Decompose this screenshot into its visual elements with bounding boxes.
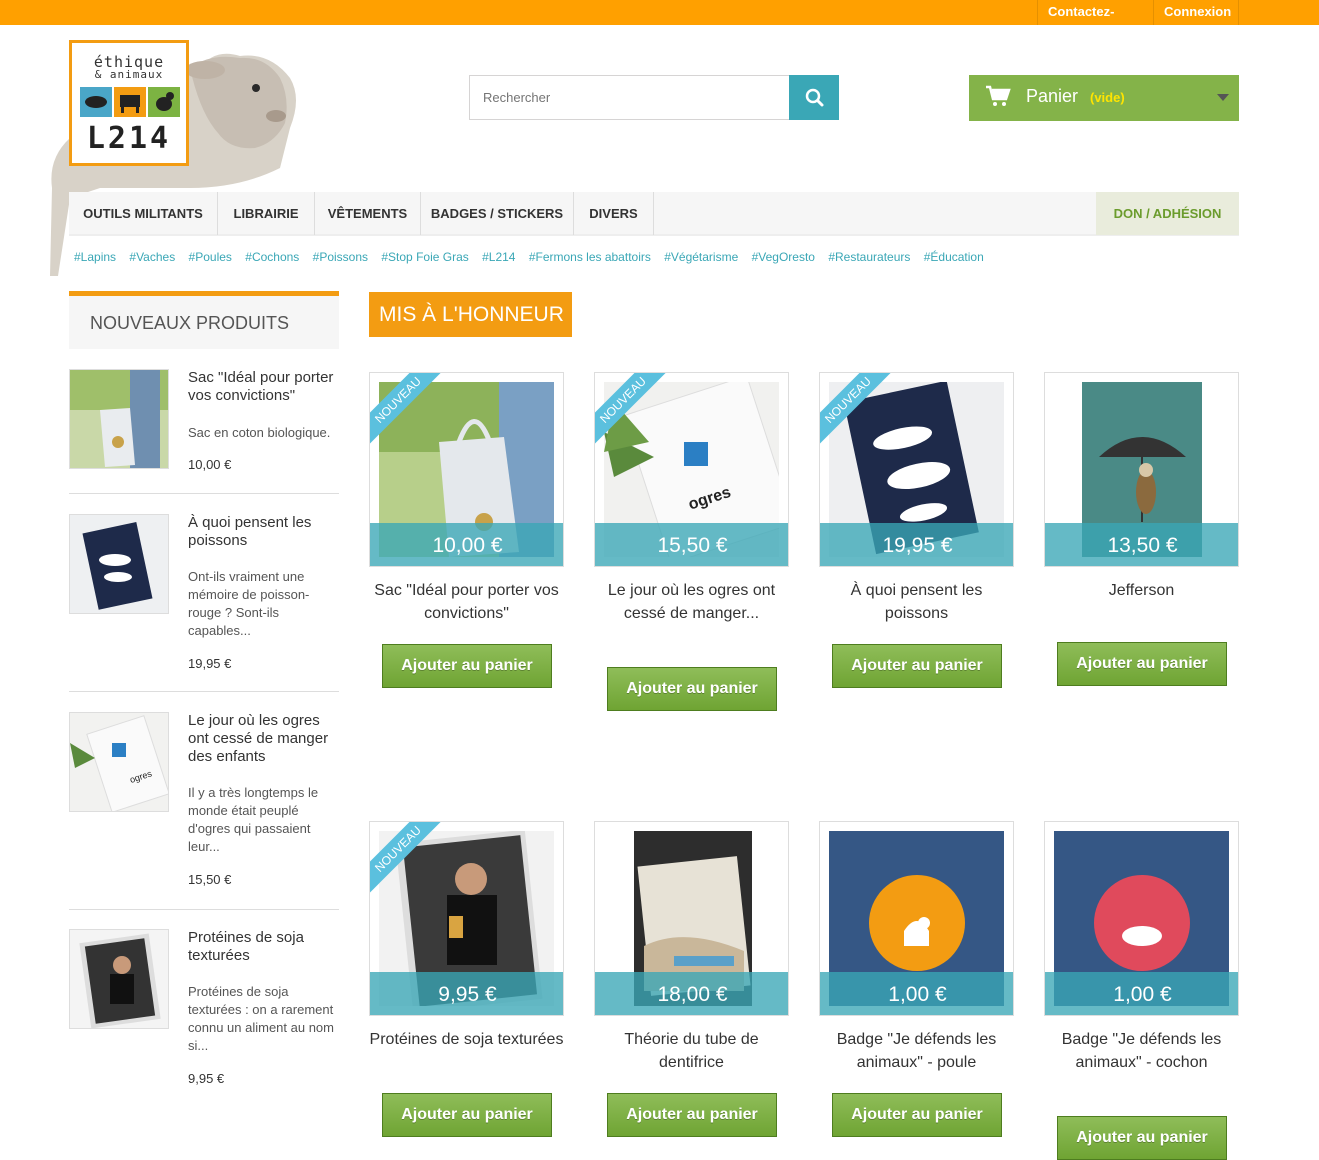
tag-link[interactable]: #VegOresto (752, 250, 815, 264)
product-name-link[interactable]: Badge "Je défends les animaux" - poule (819, 1028, 1014, 1074)
contact-link[interactable]: Contactez-nous (1037, 0, 1153, 43)
product-image-link[interactable]: ogres NOUVEAU 15,50 € (594, 372, 789, 567)
product-name-link[interactable]: Le jour où les ogres ont cessé de manger… (594, 579, 789, 625)
tag-link[interactable]: #Fermons les abattoirs (529, 250, 651, 264)
product-price: 19,95 € (820, 523, 1013, 566)
tag-link[interactable]: #Éducation (924, 250, 984, 264)
add-to-cart-button[interactable]: Ajouter au panier (382, 1093, 552, 1137)
add-to-cart-button[interactable]: Ajouter au panier (382, 644, 552, 688)
sidebar-title-box: NOUVEAUX PRODUITS (69, 291, 339, 349)
list-item: Protéines de soja texturées Protéines de… (69, 929, 339, 1089)
logo-animals-icon (80, 87, 180, 117)
add-to-cart-button[interactable]: Ajouter au panier (607, 667, 777, 711)
tag-link[interactable]: #Végétarisme (664, 250, 738, 264)
product-name-link[interactable]: Sac "Idéal pour porter vos convictions" (188, 369, 338, 405)
product-image-link[interactable]: 18,00 € (594, 821, 789, 1016)
product-price: 9,95 € (370, 972, 563, 1015)
product-price: 10,00 € (188, 457, 232, 472)
tag-link[interactable]: #Restaurateurs (828, 250, 910, 264)
divider (69, 909, 339, 910)
search-bar (469, 75, 839, 120)
tote-bag-image (70, 370, 168, 468)
product-price: 19,95 € (188, 656, 232, 671)
add-to-cart-button[interactable]: Ajouter au panier (607, 1093, 777, 1137)
product-name-link[interactable]: Théorie du tube de dentifrice (594, 1028, 789, 1074)
product-image-link[interactable]: 1,00 € (819, 821, 1014, 1016)
tag-link[interactable]: #Stop Foie Gras (381, 250, 468, 264)
tag-link[interactable]: #Vaches (129, 250, 175, 264)
tag-link[interactable]: #Lapins (74, 250, 116, 264)
divider (69, 691, 339, 692)
product-price: 1,00 € (1045, 972, 1238, 1015)
product-thumbnail[interactable]: ogres (69, 712, 169, 812)
top-bar: Contactez-nous Connexion (0, 0, 1319, 43)
nav-item-divers[interactable]: DIVERS (574, 192, 654, 235)
product-name-link[interactable]: À quoi pensent les poissons (819, 579, 1014, 625)
main-nav: OUTILS MILITANTS LIBRAIRIE VÊTEMENTS BAD… (69, 192, 1239, 236)
logo-badge: éthique & animaux L214 (69, 40, 189, 166)
product-name-link[interactable]: Le jour où les ogres ont cessé de manger… (188, 712, 338, 766)
tag-link[interactable]: #L214 (482, 250, 515, 264)
product-price: 9,95 € (188, 1071, 225, 1086)
featured-title: MIS À L'HONNEUR (369, 292, 572, 337)
product-description: Ont-ils vraiment une mémoire de poisson-… (188, 569, 310, 638)
soy-protein-image (70, 930, 168, 1028)
product-price: 15,50 € (595, 523, 788, 566)
nav-item-don-adhesion[interactable]: DON / ADHÉSION (1096, 192, 1239, 235)
tag-link[interactable]: #Cochons (245, 250, 299, 264)
product-price: 1,00 € (820, 972, 1013, 1015)
logo-text-l214: L214 (86, 121, 172, 156)
product-image-link[interactable]: 13,50 € (1044, 372, 1239, 567)
nav-item-outils-militants[interactable]: OUTILS MILITANTS (69, 192, 218, 235)
search-button[interactable] (789, 75, 839, 120)
book-cover-image: ogres (70, 713, 168, 811)
list-item: Sac "Idéal pour porter vos convictions" … (69, 369, 339, 479)
tag-link[interactable]: #Poules (189, 250, 232, 264)
login-link[interactable]: Connexion (1153, 0, 1239, 25)
divider (69, 493, 339, 494)
product-image-link[interactable]: NOUVEAU 9,95 € (369, 821, 564, 1016)
add-to-cart-button[interactable]: Ajouter au panier (832, 644, 1002, 688)
nav-item-badges-stickers[interactable]: BADGES / STICKERS (421, 192, 574, 235)
product-name-link[interactable]: Protéines de soja texturées (188, 929, 338, 965)
product-name-link[interactable]: Badge "Je défends les animaux" - cochon (1044, 1028, 1239, 1074)
search-input[interactable] (469, 75, 790, 120)
product-price: 15,50 € (188, 872, 232, 887)
search-icon (805, 88, 824, 107)
chevron-down-icon (1217, 94, 1229, 101)
product-description: Il y a très longtemps le monde était peu… (188, 785, 319, 854)
tag-list: #Lapins #Vaches #Poules #Cochons #Poisso… (74, 250, 994, 264)
product-image-link[interactable]: 1,00 € (1044, 821, 1239, 1016)
product-image-link[interactable]: NOUVEAU 10,00 € (369, 372, 564, 567)
product-name-link[interactable]: Jefferson (1044, 579, 1239, 602)
list-item: ogres Le jour où les ogres ont cessé de … (69, 712, 339, 897)
add-to-cart-button[interactable]: Ajouter au panier (1057, 642, 1227, 686)
nav-item-librairie[interactable]: LIBRAIRIE (218, 192, 315, 235)
product-price: 18,00 € (595, 972, 788, 1015)
product-name-link[interactable]: À quoi pensent les poissons (188, 514, 338, 550)
product-name-link[interactable]: Sac "Idéal pour porter vos convictions" (369, 579, 564, 625)
product-price: 10,00 € (370, 523, 563, 566)
product-description: Sac en coton biologique. (188, 425, 331, 440)
tag-link[interactable]: #Poissons (313, 250, 368, 264)
cart-status: (vide) (1090, 90, 1125, 105)
product-thumbnail[interactable] (69, 369, 169, 469)
book-cover-image (70, 515, 168, 613)
add-to-cart-button[interactable]: Ajouter au panier (832, 1093, 1002, 1137)
list-item: À quoi pensent les poissons Ont-ils vrai… (69, 514, 339, 679)
product-description: Protéines de soja texturées : on a rarem… (188, 984, 334, 1053)
sidebar-title[interactable]: NOUVEAUX PRODUITS (90, 313, 289, 334)
product-image-link[interactable]: NOUVEAU 19,95 € (819, 372, 1014, 567)
nav-item-vetements[interactable]: VÊTEMENTS (315, 192, 421, 235)
product-price: 13,50 € (1045, 523, 1238, 566)
logo-text-animaux: & animaux (94, 68, 164, 81)
cart-button[interactable]: Panier (vide) (969, 75, 1239, 121)
cart-label: Panier (1026, 86, 1079, 106)
product-thumbnail[interactable] (69, 929, 169, 1029)
site-logo[interactable]: éthique & animaux L214 (40, 38, 310, 278)
product-thumbnail[interactable] (69, 514, 169, 614)
add-to-cart-button[interactable]: Ajouter au panier (1057, 1116, 1227, 1160)
product-name-link[interactable]: Protéines de soja texturées (369, 1028, 564, 1051)
cart-icon (986, 85, 1011, 106)
